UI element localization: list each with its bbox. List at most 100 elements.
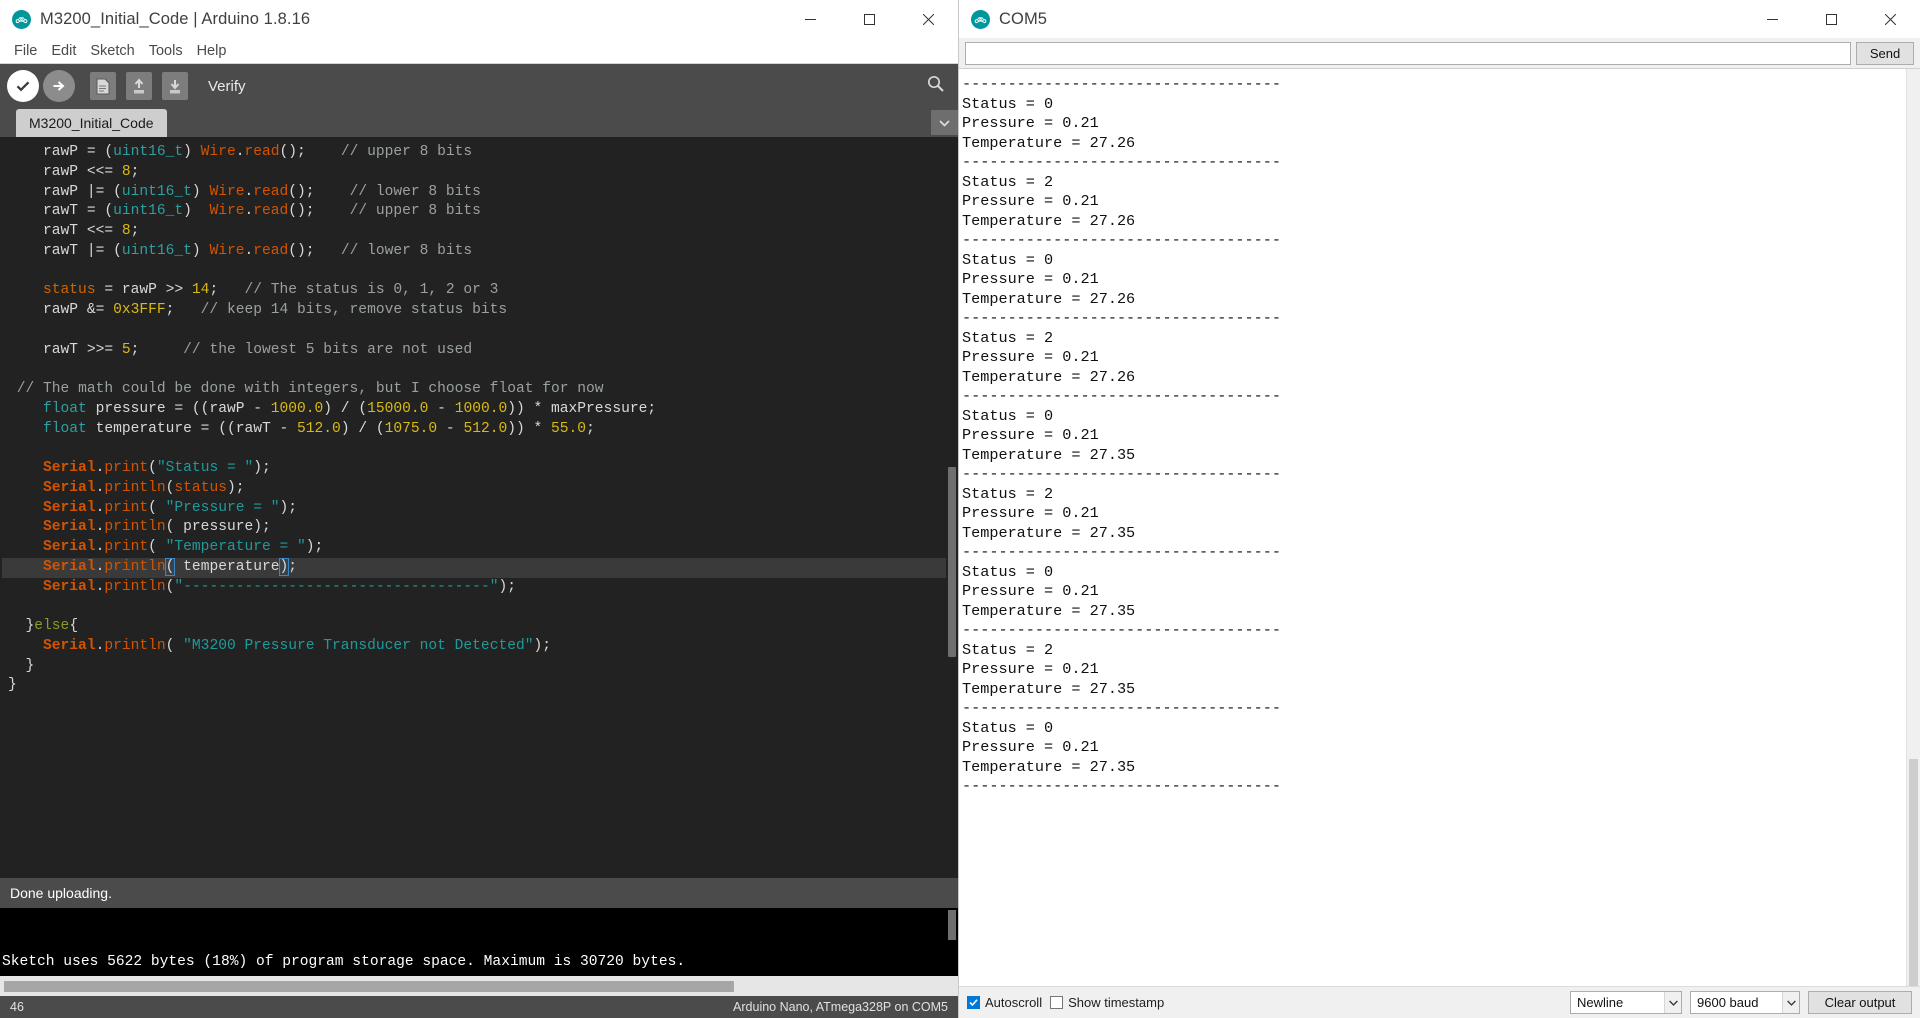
- code-line: Serial.println("------------------------…: [2, 578, 946, 598]
- code-token: print: [104, 499, 149, 516]
- code-token: ;: [209, 282, 245, 299]
- code-token: );: [533, 637, 551, 654]
- menu-edit[interactable]: Edit: [44, 41, 83, 61]
- editor-vertical-scrollbar[interactable]: [946, 137, 958, 878]
- code-token: (: [148, 499, 166, 516]
- minimize-button[interactable]: [781, 0, 840, 38]
- editor-scroll-thumb[interactable]: [948, 467, 956, 657]
- new-file-icon: [90, 72, 116, 100]
- ide-titlebar: M3200_Initial_Code | Arduino 1.8.16: [0, 0, 958, 38]
- code-token: 0x3FFF: [113, 302, 166, 318]
- code-token: ( pressure);: [165, 519, 271, 536]
- serial-pressure-line: Pressure = 0.21: [962, 192, 1099, 210]
- serial-output-panel[interactable]: ----------------------------------- Statu…: [959, 68, 1920, 986]
- code-token: )) *: [507, 420, 552, 437]
- menu-help[interactable]: Help: [190, 41, 234, 61]
- autoscroll-checkbox[interactable]: Autoscroll: [967, 995, 1042, 1010]
- maximize-button[interactable]: [1802, 0, 1861, 38]
- close-button[interactable]: [899, 0, 958, 38]
- upload-button[interactable]: [42, 69, 76, 103]
- show-timestamp-checkbox[interactable]: Show timestamp: [1050, 995, 1164, 1010]
- code-line: rawP = (uint16_t) Wire.read(); // upper …: [2, 143, 946, 163]
- code-token: // upper 8 bits: [340, 144, 473, 160]
- code-token: ;: [130, 223, 140, 239]
- code-line: rawP &= 0x3FFF; // keep 14 bits, remove …: [2, 301, 946, 321]
- serial-pressure-line: Pressure = 0.21: [962, 270, 1099, 288]
- serial-vertical-scrollbar[interactable]: [1906, 69, 1920, 986]
- maximize-button[interactable]: [840, 0, 899, 38]
- code-text[interactable]: rawP = (uint16_t) Wire.read(); // upper …: [0, 137, 946, 878]
- ide-menubar: File Edit Sketch Tools Help: [0, 38, 958, 64]
- ide-toolbar: Verify: [0, 64, 958, 108]
- new-sketch-button[interactable]: [86, 69, 120, 103]
- code-line: Serial.print( "Pressure = ");: [2, 499, 946, 519]
- chevron-down-icon: [1664, 992, 1681, 1013]
- baud-rate-select[interactable]: 9600 baud: [1690, 991, 1800, 1014]
- code-token: // upper 8 bits: [349, 203, 481, 220]
- serial-send-row: Send: [959, 38, 1920, 68]
- code-line: rawP |= (uint16_t) Wire.read(); // lower…: [2, 183, 946, 203]
- code-token: = rawP >>: [95, 282, 192, 299]
- console-horizontal-scrollbar[interactable]: [0, 976, 958, 996]
- sketch-tab[interactable]: M3200_Initial_Code: [16, 109, 167, 137]
- code-token: }: [25, 657, 35, 674]
- autoscroll-label: Autoscroll: [985, 995, 1043, 1010]
- serial-send-input[interactable]: [965, 41, 1851, 65]
- ide-title-group: M3200_Initial_Code | Arduino 1.8.16: [0, 9, 781, 29]
- code-token: );: [498, 578, 516, 595]
- line-ending-select[interactable]: Newline: [1570, 991, 1682, 1014]
- save-sketch-button[interactable]: [158, 69, 192, 103]
- serial-status-line: Status = 0: [962, 562, 1054, 581]
- verify-button[interactable]: [6, 69, 40, 103]
- line-ending-value: Newline: [1577, 995, 1624, 1010]
- arduino-infinity-icon: [971, 9, 990, 29]
- code-token: );: [226, 479, 245, 496]
- code-editor[interactable]: rawP = (uint16_t) Wire.read(); // upper …: [0, 137, 958, 878]
- code-token: uint16_t: [121, 242, 192, 259]
- serial-separator: -----------------------------------: [962, 465, 1281, 483]
- code-token: rawT = (: [43, 203, 114, 220]
- menu-sketch[interactable]: Sketch: [83, 41, 141, 61]
- code-token: temperature: [174, 558, 280, 575]
- serial-scroll-thumb[interactable]: [1909, 759, 1918, 986]
- code-token: 1000.0: [454, 400, 508, 417]
- menu-tools[interactable]: Tools: [142, 41, 190, 61]
- code-token: rawP &=: [43, 302, 114, 318]
- serial-separator: -----------------------------------: [962, 543, 1281, 561]
- code-line: Serial.print("Status = ");: [2, 459, 946, 479]
- console-status-text: Done uploading.: [10, 885, 112, 901]
- code-token: status: [43, 282, 96, 299]
- code-line: float pressure = ((rawP - 1000.0) / (150…: [2, 400, 946, 420]
- send-button[interactable]: Send: [1856, 41, 1914, 65]
- serial-monitor-button[interactable]: [920, 71, 950, 101]
- code-token: 55.0: [551, 420, 587, 437]
- serial-pressure-line: Pressure = 0.21: [962, 738, 1099, 756]
- code-token: // lower 8 bits: [340, 242, 473, 259]
- open-sketch-button[interactable]: [122, 69, 156, 103]
- serial-temperature-line: Temperature = 27.26: [962, 211, 1136, 230]
- menu-file[interactable]: File: [7, 41, 44, 61]
- code-line: float temperature = ((rawT - 512.0) / (1…: [2, 420, 946, 440]
- serial-monitor-titlebar: COM5: [959, 0, 1920, 38]
- code-token: println: [104, 578, 166, 595]
- code-line: }: [2, 676, 946, 696]
- code-token: .: [244, 183, 254, 200]
- sketch-tabbar: M3200_Initial_Code: [0, 108, 958, 137]
- code-token: ): [183, 144, 201, 160]
- serial-pressure-line: Pressure = 0.21: [962, 348, 1099, 366]
- serial-monitor-title-text: COM5: [999, 9, 1048, 28]
- code-token: ();: [288, 242, 341, 259]
- minimize-button[interactable]: [1743, 0, 1802, 38]
- console-scroll-thumb[interactable]: [948, 910, 956, 940]
- arduino-infinity-icon: [12, 9, 31, 29]
- console-hscroll-thumb[interactable]: [4, 980, 734, 992]
- arrow-right-icon: [43, 70, 75, 102]
- serial-separator: -----------------------------------: [962, 387, 1281, 405]
- close-button[interactable]: [1861, 0, 1920, 38]
- clear-output-button[interactable]: Clear output: [1808, 991, 1912, 1014]
- code-token: Wire: [209, 203, 245, 220]
- tab-overflow-button[interactable]: [931, 110, 958, 135]
- serial-temperature-line: Temperature = 27.35: [962, 523, 1136, 542]
- code-token: rawP = (: [43, 144, 114, 160]
- code-token: 1075.0: [384, 420, 438, 437]
